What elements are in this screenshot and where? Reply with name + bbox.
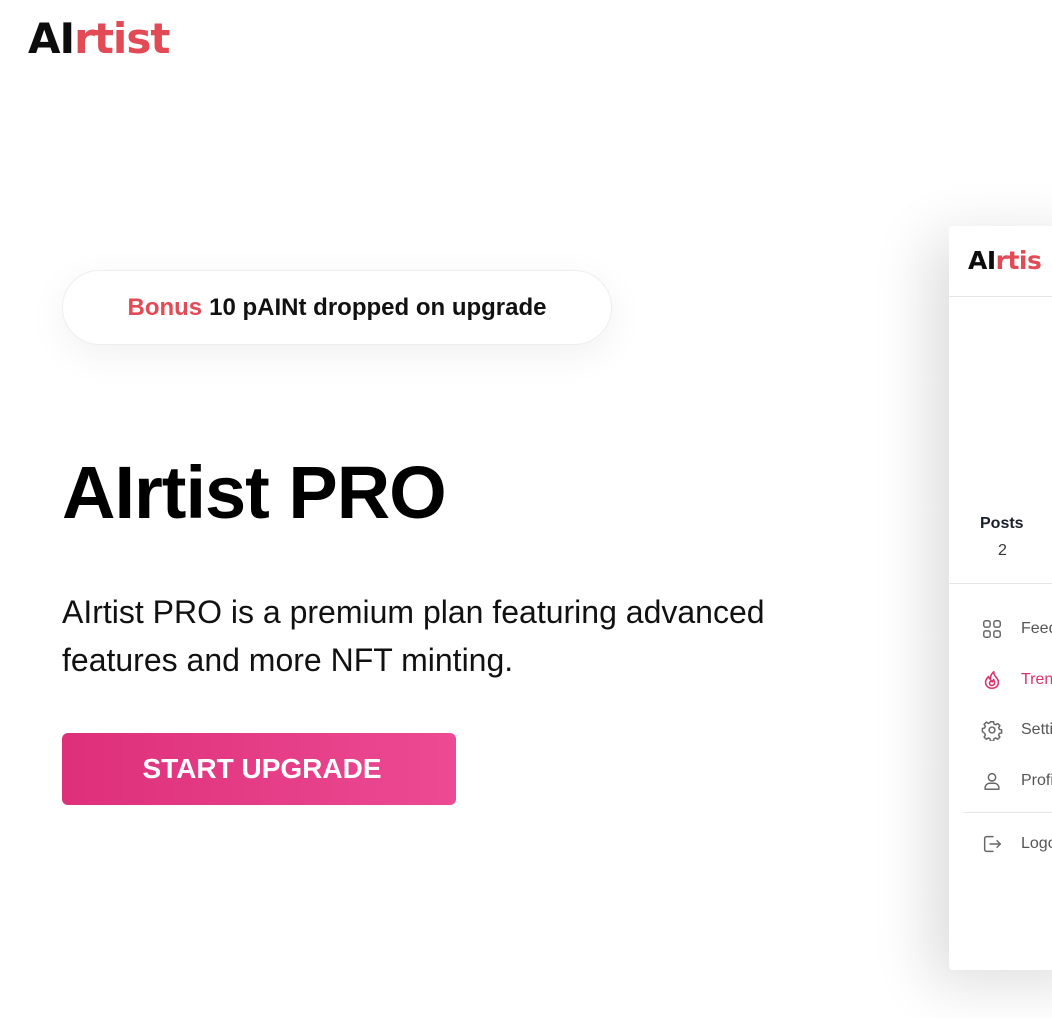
nav-item-logout[interactable]: Logout bbox=[981, 829, 1052, 859]
gear-icon bbox=[981, 721, 1003, 741]
preview-logo-rtist: rtis bbox=[995, 246, 1042, 275]
preview-logo-ai: AI bbox=[968, 246, 996, 275]
app-preview: AIrtis Posts 2 Feed Trending Se bbox=[949, 226, 1052, 970]
user-icon bbox=[984, 772, 1000, 790]
divider bbox=[949, 583, 1052, 584]
nav-item-profile[interactable]: Profile bbox=[981, 766, 1052, 796]
posts-stat-label: Posts bbox=[980, 515, 1024, 532]
posts-stat-value: 2 bbox=[998, 542, 1007, 559]
nav-item-feed[interactable]: Feed bbox=[981, 614, 1052, 644]
nav-label-trending: Trending bbox=[1021, 671, 1052, 688]
nav-label-settings: Settings bbox=[1021, 721, 1052, 738]
logo-rtist: rtist bbox=[74, 14, 170, 63]
preview-logo: AIrtis bbox=[968, 244, 1042, 278]
bonus-label: Bonus bbox=[127, 293, 203, 321]
start-upgrade-button[interactable]: START UPGRADE bbox=[62, 733, 456, 805]
nav-label-feed: Feed bbox=[1021, 620, 1052, 637]
logout-icon bbox=[983, 835, 1001, 853]
brand-logo[interactable]: AIrtist bbox=[28, 14, 170, 64]
divider bbox=[963, 812, 1052, 813]
nav-label-profile: Profile bbox=[1021, 772, 1052, 789]
bonus-text: 10 pAINt dropped on upgrade bbox=[209, 293, 547, 321]
page-title: AIrtist PRO bbox=[62, 451, 447, 534]
nav-item-trending[interactable]: Trending bbox=[981, 665, 1052, 695]
page: AIrtist Bonus 10 pAINt dropped on upgrad… bbox=[0, 0, 1052, 1018]
page-description: AIrtist PRO is a premium plan featuring … bbox=[62, 594, 765, 678]
nav-item-settings[interactable]: Settings bbox=[981, 715, 1052, 745]
preview-header: AIrtis bbox=[949, 226, 1052, 297]
bonus-banner: Bonus 10 pAINt dropped on upgrade bbox=[62, 270, 612, 345]
logo-ai: AI bbox=[28, 14, 75, 63]
flame-icon bbox=[984, 670, 1000, 690]
grid-icon bbox=[983, 620, 1001, 638]
nav-label-logout: Logout bbox=[1021, 835, 1052, 852]
